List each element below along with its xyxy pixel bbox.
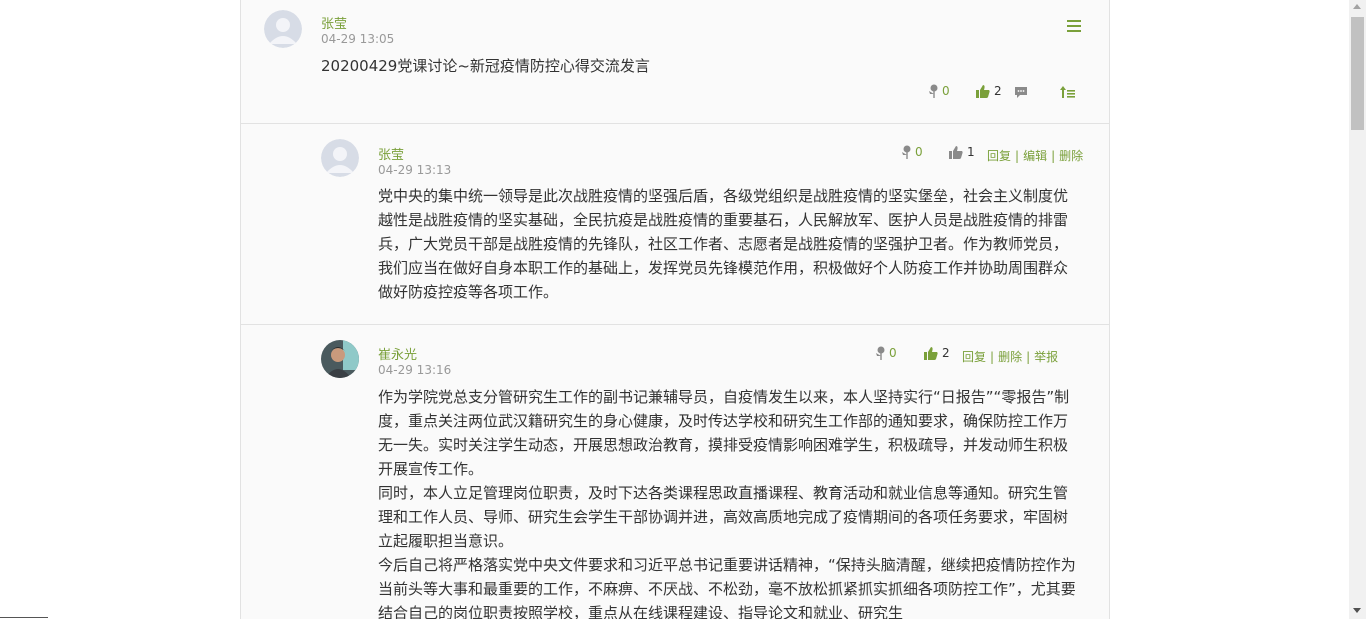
like-button[interactable]: 2 — [924, 346, 950, 360]
flower-count: 0 — [889, 346, 897, 360]
edit-link[interactable]: 编辑 — [1023, 149, 1047, 163]
like-count: 1 — [967, 145, 975, 159]
avatar[interactable] — [321, 340, 359, 378]
reply-link[interactable]: 回复 — [962, 350, 986, 364]
delete-link[interactable]: 删除 — [998, 350, 1022, 364]
comment-button[interactable] — [1014, 86, 1028, 99]
reply-time: 04-29 13:16 — [378, 363, 452, 377]
reply-actions: 回复 | 删除 | 举报 — [962, 350, 1059, 364]
flower-button[interactable]: 0 — [875, 346, 897, 360]
like-count: 2 — [942, 346, 950, 360]
thumbs-up-icon — [976, 84, 990, 98]
thumbs-up-icon — [949, 145, 963, 159]
reply-author[interactable]: 张莹 — [378, 144, 404, 163]
reply-link[interactable]: 回复 — [987, 149, 1011, 163]
default-avatar-icon — [321, 139, 359, 177]
scroll-up-arrow-icon[interactable] — [1353, 4, 1361, 9]
main-post: 张莹 04-29 13:05 20200429党课讨论~新冠疫情防控心得交流发言… — [241, 0, 1109, 124]
reply-paragraph: 同时，本人立足管理岗位职责，及时下达各类课程思政直播课程、教育活动和就业信息等通… — [378, 484, 1069, 550]
avatar[interactable] — [264, 10, 302, 48]
flower-count: 0 — [942, 84, 950, 98]
reply-actions: 回复 | 编辑 | 删除 — [987, 149, 1084, 163]
vertical-scrollbar[interactable] — [1349, 0, 1366, 619]
reply-item: 崔永光 04-29 13:16 0 2 回复 | 删除 | 举报 作为学院党总支分管研究… — [241, 325, 1109, 619]
scrollbar-thumb[interactable] — [1351, 17, 1364, 130]
reply-paragraph: 党中央的集中统一领导是此次战胜疫情的坚强后盾，各级党组织是战胜疫情的坚实堡垒，社… — [378, 187, 1069, 301]
post-time: 04-29 13:05 — [321, 32, 395, 46]
default-avatar-icon — [264, 10, 302, 48]
flower-count: 0 — [915, 145, 923, 159]
user-photo-avatar — [321, 340, 359, 378]
reply-content: 作为学院党总支分管研究生工作的副书记兼辅导员，自疫情发生以来，本人坚持实行“日报… — [378, 385, 1078, 619]
thumbs-up-icon — [924, 346, 938, 360]
discussion-panel: 张莹 04-29 13:05 20200429党课讨论~新冠疫情防控心得交流发言… — [240, 0, 1110, 619]
like-count: 2 — [994, 84, 1002, 98]
reply-content: 党中央的集中统一领导是此次战胜疫情的坚强后盾，各级党组织是战胜疫情的坚实堡垒，社… — [378, 184, 1078, 304]
flower-icon — [901, 145, 913, 159]
reply-paragraph: 作为学院党总支分管研究生工作的副书记兼辅导员，自疫情发生以来，本人坚持实行“日报… — [378, 388, 1070, 478]
divider — [0, 617, 48, 618]
like-button[interactable]: 1 — [949, 145, 975, 159]
flower-icon — [875, 346, 887, 360]
flower-button[interactable]: 0 — [901, 145, 923, 159]
flower-icon — [928, 84, 940, 98]
avatar[interactable] — [321, 139, 359, 177]
comment-icon — [1014, 86, 1028, 99]
flower-button[interactable]: 0 — [928, 84, 950, 98]
reply-item: 张莹 04-29 13:13 0 1 回复 | 编辑 | 删除 党中央的集中统一领导是此… — [241, 124, 1109, 325]
post-title: 20200429党课讨论~新冠疫情防控心得交流发言 — [321, 57, 650, 75]
scroll-down-arrow-icon[interactable] — [1353, 608, 1361, 613]
reply-paragraph: 今后自己将严格落实党中央文件要求和习近平总书记重要讲话精神，“保持头脑清醒，继续… — [378, 556, 1076, 619]
delete-link[interactable]: 删除 — [1059, 149, 1083, 163]
reply-time: 04-29 13:13 — [378, 163, 452, 177]
sort-button[interactable] — [1060, 86, 1075, 98]
like-button[interactable]: 2 — [976, 84, 1002, 98]
report-link[interactable]: 举报 — [1034, 350, 1058, 364]
post-author[interactable]: 张莹 — [321, 13, 347, 32]
sort-icon — [1060, 86, 1075, 98]
menu-icon[interactable] — [1067, 20, 1081, 32]
reply-author[interactable]: 崔永光 — [378, 344, 417, 363]
